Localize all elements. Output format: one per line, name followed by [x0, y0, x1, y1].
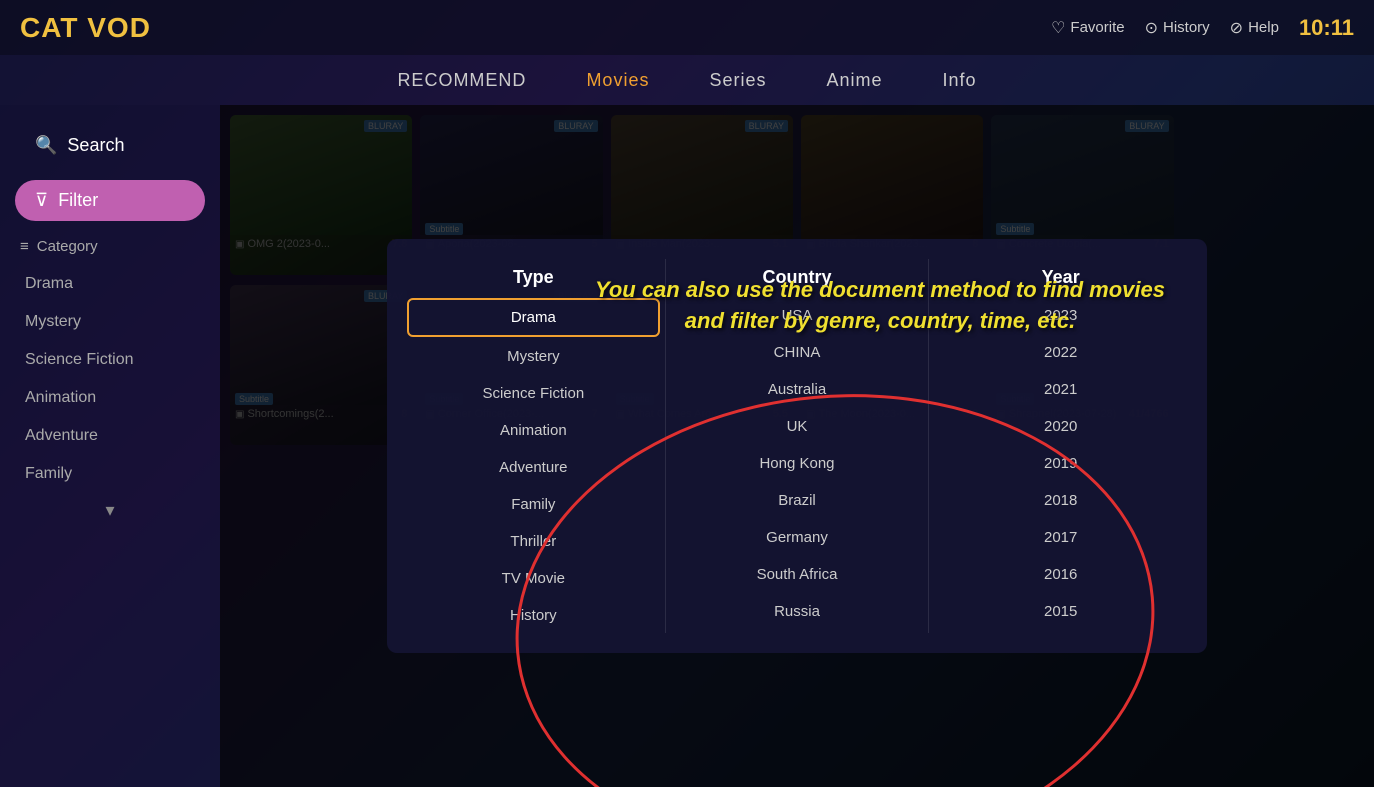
clock-display: 10:11: [1299, 15, 1354, 41]
filter-year-2022[interactable]: 2022: [934, 335, 1187, 370]
filter-type-history[interactable]: History: [407, 598, 660, 633]
nav-recommend[interactable]: RECOMMEND: [397, 70, 526, 91]
filter-country-russia[interactable]: Russia: [671, 594, 924, 629]
filter-button[interactable]: ⊽ Filter: [15, 180, 205, 221]
type-column-header: Type: [407, 259, 660, 296]
nav-movies[interactable]: Movies: [586, 70, 649, 91]
filter-divider-1: [665, 259, 666, 633]
sidebar-item-animation[interactable]: Animation: [0, 381, 220, 415]
filter-country-germany[interactable]: Germany: [671, 520, 924, 555]
filter-type-animation[interactable]: Animation: [407, 413, 660, 448]
category-header: ≡ Category: [0, 230, 220, 263]
filter-year-2017[interactable]: 2017: [934, 520, 1187, 555]
heart-icon: ♡: [1051, 18, 1065, 38]
filter-type-thriller[interactable]: Thriller: [407, 524, 660, 559]
nav-anime[interactable]: Anime: [826, 70, 882, 91]
header-actions: ♡ Favorite ⊙ History ⊘ Help 10:11: [1051, 15, 1354, 41]
country-column-header: Country: [671, 259, 924, 296]
filter-divider-2: [928, 259, 929, 633]
logo: CAT VOD: [20, 12, 151, 44]
help-button[interactable]: ⊘ Help: [1230, 18, 1279, 38]
filter-year-column: Year 2023 2022 2021 2020 2019 2018 2017 …: [934, 259, 1187, 633]
filter-type-column: Type Drama Mystery Science Fiction Anima…: [407, 259, 660, 633]
menu-icon: ≡: [20, 238, 29, 255]
filter-country-hong-kong[interactable]: Hong Kong: [671, 446, 924, 481]
history-button[interactable]: ⊙ History: [1145, 18, 1210, 38]
main-layout: 🔍 Search ⊽ Filter ≡ Category Drama Myste…: [0, 105, 1374, 787]
sidebar-item-mystery[interactable]: Mystery: [0, 305, 220, 339]
favorite-button[interactable]: ♡ Favorite: [1051, 18, 1125, 38]
content-area: BLURAY ▣ OMG 2(2023-0... 7.8 BLURAY Subt…: [220, 105, 1374, 787]
filter-country-column: Country USA CHINA Australia UK Hong Kong…: [671, 259, 924, 633]
filter-year-2015[interactable]: 2015: [934, 594, 1187, 629]
navigation: RECOMMEND Movies Series Anime Info: [0, 55, 1374, 105]
help-icon: ⊘: [1230, 18, 1243, 38]
filter-year-2020[interactable]: 2020: [934, 409, 1187, 444]
filter-type-family[interactable]: Family: [407, 487, 660, 522]
sidebar-item-science-fiction[interactable]: Science Fiction: [0, 343, 220, 377]
filter-year-2016[interactable]: 2016: [934, 557, 1187, 592]
filter-country-usa[interactable]: USA: [671, 298, 924, 333]
filter-icon: ⊽: [35, 190, 48, 211]
filter-year-2021[interactable]: 2021: [934, 372, 1187, 407]
header: CAT VOD ♡ Favorite ⊙ History ⊘ Help 10:1…: [0, 0, 1374, 55]
filter-type-science-fiction[interactable]: Science Fiction: [407, 376, 660, 411]
nav-series[interactable]: Series: [709, 70, 766, 91]
sidebar-item-drama[interactable]: Drama: [0, 267, 220, 301]
filter-country-south-africa[interactable]: South Africa: [671, 557, 924, 592]
filter-type-drama[interactable]: Drama: [407, 298, 660, 337]
filter-year-2018[interactable]: 2018: [934, 483, 1187, 518]
filter-type-mystery[interactable]: Mystery: [407, 339, 660, 374]
filter-country-australia[interactable]: Australia: [671, 372, 924, 407]
filter-year-2023[interactable]: 2023: [934, 298, 1187, 333]
filter-overlay[interactable]: Type Drama Mystery Science Fiction Anima…: [220, 105, 1374, 787]
filter-type-adventure[interactable]: Adventure: [407, 450, 660, 485]
year-column-header: Year: [934, 259, 1187, 296]
filter-type-tv-movie[interactable]: TV Movie: [407, 561, 660, 596]
sidebar-item-family[interactable]: Family: [0, 457, 220, 491]
search-icon: 🔍: [35, 135, 57, 156]
filter-panel: Type Drama Mystery Science Fiction Anima…: [387, 239, 1207, 653]
filter-year-2019[interactable]: 2019: [934, 446, 1187, 481]
sidebar-item-adventure[interactable]: Adventure: [0, 419, 220, 453]
filter-country-china[interactable]: CHINA: [671, 335, 924, 370]
nav-info[interactable]: Info: [943, 70, 977, 91]
sidebar-scroll-down[interactable]: ▾: [0, 495, 220, 526]
sidebar: 🔍 Search ⊽ Filter ≡ Category Drama Myste…: [0, 105, 220, 787]
search-button[interactable]: 🔍 Search: [15, 125, 205, 166]
filter-country-uk[interactable]: UK: [671, 409, 924, 444]
clock-icon: ⊙: [1145, 18, 1158, 38]
filter-country-brazil[interactable]: Brazil: [671, 483, 924, 518]
